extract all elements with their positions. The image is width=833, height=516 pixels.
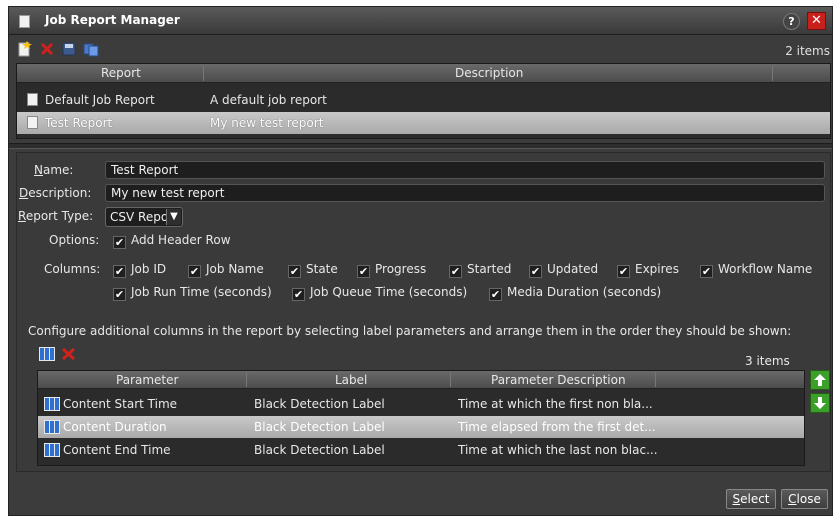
table-row[interactable]: Test Report My new test report: [17, 112, 830, 134]
duplicate-icon[interactable]: [83, 41, 99, 57]
chevron-down-icon[interactable]: ▼: [166, 209, 181, 225]
description-input[interactable]: My new test report: [105, 184, 825, 202]
parameter-description: Time elapsed from the first det...: [458, 420, 656, 434]
column-checkbox-workflow-name[interactable]: ✔ Workflow Name: [700, 262, 812, 278]
checkmark-icon: ✔: [529, 265, 542, 278]
table-row[interactable]: Content End Time Black Detection Label T…: [38, 439, 804, 461]
column-header-label[interactable]: Label: [335, 373, 367, 387]
parameter-label: Black Detection Label: [254, 397, 385, 411]
new-report-icon[interactable]: [17, 41, 33, 57]
parameter-table: Parameter Label Parameter Description Co…: [37, 370, 805, 466]
parameter-name: Content Start Time: [63, 397, 178, 411]
description-label: Description:: [19, 186, 92, 200]
parameter-icon: [44, 397, 60, 411]
checkmark-icon: ✔: [449, 265, 462, 278]
document-icon: [27, 93, 38, 106]
window-title: Job Report Manager: [45, 13, 180, 27]
column-checkbox-job-name[interactable]: ✔ Job Name: [188, 262, 264, 278]
parameter-icon: [44, 443, 60, 457]
parameter-name: Content Duration: [63, 420, 167, 434]
checkmark-icon: ✔: [288, 265, 301, 278]
select-button[interactable]: Select: [726, 489, 776, 509]
checkmark-icon: ✔: [292, 288, 305, 301]
column-checkbox-expires[interactable]: ✔ Expires: [617, 262, 679, 278]
table-row[interactable]: Default Job Report A default job report: [17, 89, 830, 111]
report-description: A default job report: [210, 93, 327, 107]
title-bar[interactable]: Job Report Manager ? ✕: [9, 7, 832, 35]
column-separator[interactable]: [246, 372, 247, 387]
checkmark-icon: ✔: [700, 265, 713, 278]
column-header-parameter[interactable]: Parameter: [116, 373, 178, 387]
report-name: Test Report: [45, 116, 113, 130]
arrow-down-icon: [814, 397, 826, 409]
column-header-parameter-description[interactable]: Parameter Description: [491, 373, 626, 387]
checkmark-icon: ✔: [113, 236, 126, 249]
job-report-manager-window: Job Report Manager ? ✕ 2 items Report De…: [8, 6, 833, 516]
add-header-row-checkbox[interactable]: ✔ Add Header Row: [113, 233, 231, 249]
columns-label: Columns:: [44, 262, 101, 276]
table-row[interactable]: Content Start Time Black Detection Label…: [38, 393, 804, 415]
close-button[interactable]: Close: [781, 489, 828, 509]
save-icon[interactable]: [61, 41, 77, 57]
checkmark-icon: ✔: [357, 265, 370, 278]
help-button[interactable]: ?: [783, 13, 800, 30]
column-checkbox-job-queue-time[interactable]: ✔ Job Queue Time (seconds): [292, 285, 467, 301]
column-checkbox-started[interactable]: ✔ Started: [449, 262, 511, 278]
move-down-button[interactable]: [810, 393, 830, 413]
table-row[interactable]: Content Duration Black Detection Label T…: [38, 416, 804, 438]
configure-instructions: Configure additional columns in the repo…: [28, 324, 792, 338]
checkmark-icon: ✔: [113, 288, 126, 301]
column-checkbox-state[interactable]: ✔ State: [288, 262, 338, 278]
name-input[interactable]: Test Report: [105, 161, 825, 179]
parameter-icon: [44, 420, 60, 434]
column-header-report[interactable]: Report: [101, 66, 141, 80]
name-label: Name:: [34, 163, 74, 177]
column-header-description[interactable]: Description: [455, 66, 523, 80]
checkmark-icon: ✔: [188, 265, 201, 278]
add-parameter-icon[interactable]: [39, 347, 55, 361]
arrow-up-icon: [814, 374, 826, 386]
options-label: Options:: [49, 233, 100, 247]
checkmark-icon: ✔: [617, 265, 630, 278]
parameter-description: Time at which the first non bla...: [458, 397, 653, 411]
parameter-name: Content End Time: [63, 443, 171, 457]
column-checkbox-job-run-time[interactable]: ✔ Job Run Time (seconds): [113, 285, 272, 301]
parameter-table-header: Parameter Label Parameter Description: [38, 371, 804, 389]
report-details-panel: Name: Test Report Description: My new te…: [16, 152, 831, 472]
column-checkbox-media-duration[interactable]: ✔ Media Duration (seconds): [489, 285, 661, 301]
parameter-label: Black Detection Label: [254, 443, 385, 457]
parameter-items-count: 3 items: [745, 354, 790, 368]
report-description: My new test report: [210, 116, 324, 130]
report-type-label: Report Type:: [18, 209, 94, 223]
report-table: Report Description Default Job Report A …: [16, 63, 831, 139]
column-checkbox-job-id[interactable]: ✔ Job ID: [113, 262, 166, 278]
report-name: Default Job Report: [45, 93, 155, 107]
document-icon: [19, 15, 30, 28]
checkmark-icon: ✔: [113, 265, 126, 278]
report-type-select[interactable]: CSV Report ▼: [105, 207, 183, 227]
delete-icon[interactable]: [39, 41, 55, 57]
column-checkbox-updated[interactable]: ✔ Updated: [529, 262, 598, 278]
document-icon: [27, 116, 38, 129]
pane-splitter[interactable]: [9, 143, 832, 149]
report-table-header: Report Description: [17, 64, 830, 83]
column-separator[interactable]: [203, 66, 204, 81]
remove-parameter-icon[interactable]: [61, 347, 76, 361]
parameter-description: Time at which the last non blac...: [458, 443, 658, 457]
column-separator[interactable]: [655, 372, 656, 387]
column-separator[interactable]: [772, 66, 773, 81]
report-items-count: 2 items: [785, 44, 830, 58]
move-up-button[interactable]: [810, 370, 830, 390]
column-separator[interactable]: [450, 372, 451, 387]
close-window-button[interactable]: ✕: [807, 12, 826, 30]
checkmark-icon: ✔: [489, 288, 502, 301]
parameter-label: Black Detection Label: [254, 420, 385, 434]
column-checkbox-progress[interactable]: ✔ Progress: [357, 262, 426, 278]
